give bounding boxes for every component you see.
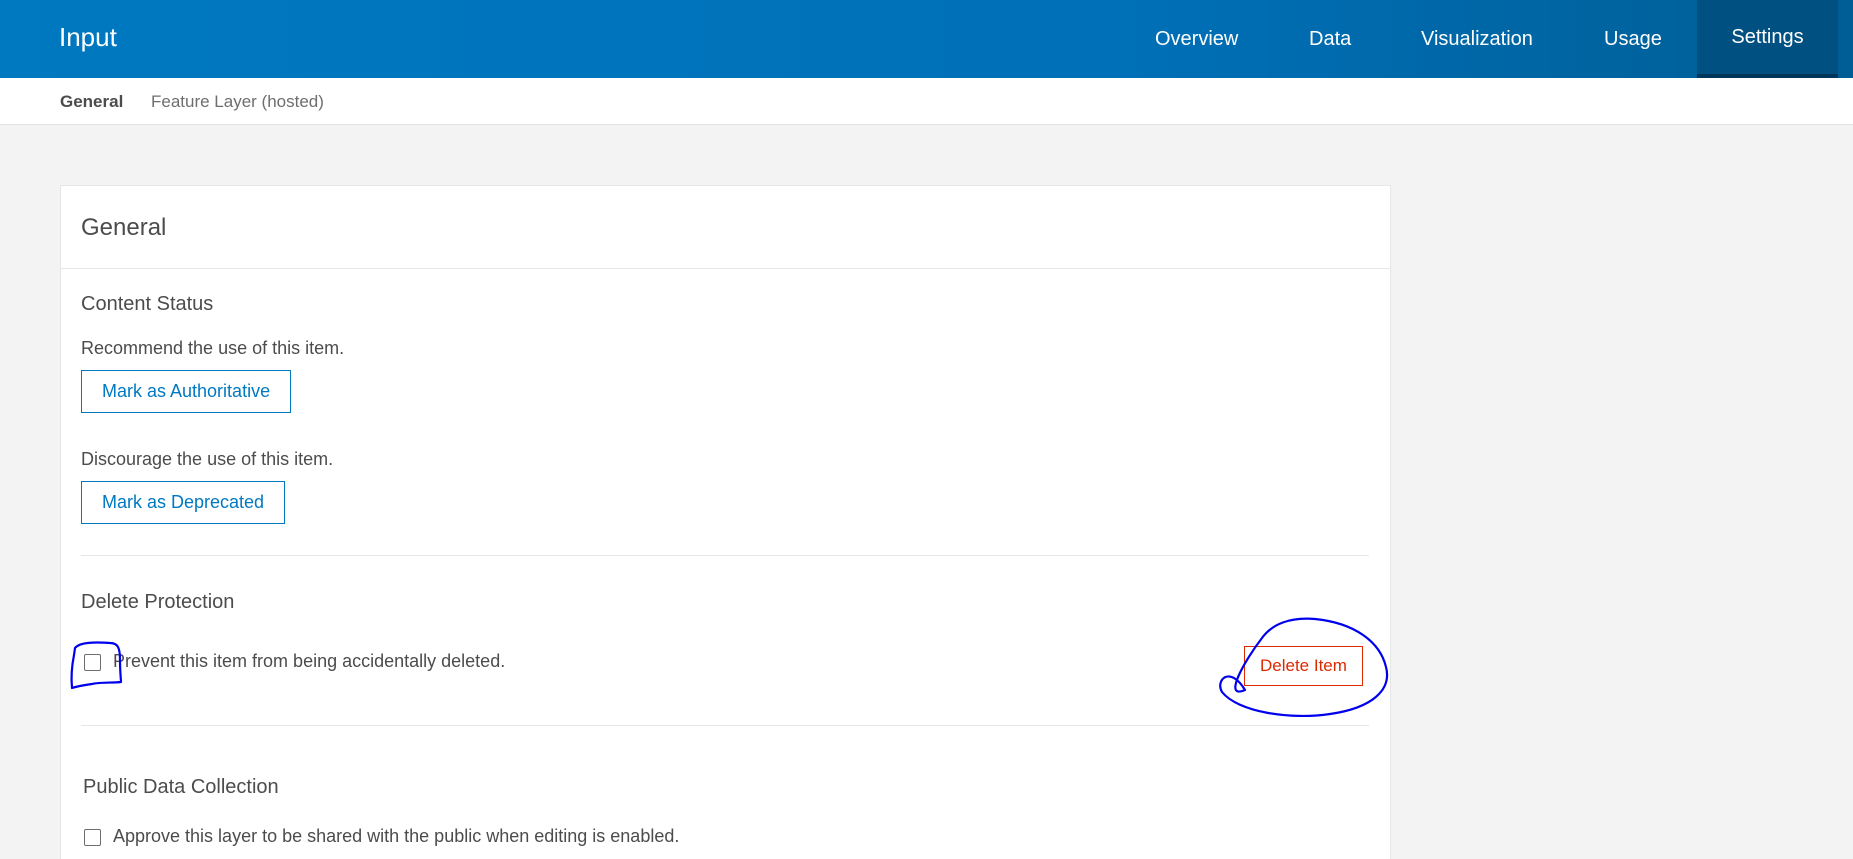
tab-overview-label: Overview <box>1155 27 1239 50</box>
discourage-text: Discourage the use of this item. <box>81 449 334 469</box>
tab-usage[interactable]: Usage <box>1604 0 1668 78</box>
public-data-collection-checkbox[interactable] <box>84 829 101 846</box>
tab-data[interactable]: Data <box>1309 0 1359 78</box>
card-title-divider <box>61 268 1390 269</box>
subnav-feature-layer[interactable]: Feature Layer (hosted) <box>151 92 324 112</box>
tab-settings-label: Settings <box>1731 25 1804 48</box>
tab-usage-label: Usage <box>1604 27 1662 50</box>
tab-visualization[interactable]: Visualization <box>1421 0 1571 78</box>
delete-protection-label: Prevent this item from being accidentall… <box>113 651 506 671</box>
tab-visualization-label: Visualization <box>1421 27 1533 50</box>
general-settings-card: General Content Status Recommend the use… <box>60 185 1391 859</box>
delete-protection-title: Delete Protection <box>81 591 235 613</box>
card-title: General <box>81 214 167 241</box>
mark-authoritative-button[interactable]: Mark as Authoritative <box>81 370 292 413</box>
item-title: Input <box>59 22 117 52</box>
section-divider <box>81 725 1369 726</box>
content-status-title: Content Status <box>81 293 214 315</box>
tab-data-label: Data <box>1309 27 1352 50</box>
tab-overview[interactable]: Overview <box>1155 0 1241 78</box>
public-data-collection-title: Public Data Collection <box>83 776 279 798</box>
settings-subnav: General Feature Layer (hosted) <box>0 78 1853 125</box>
public-data-collection-label: Approve this layer to be shared with the… <box>113 826 680 846</box>
section-divider <box>81 555 1369 556</box>
app-header: Input Overview Data Visualization Usage … <box>0 0 1853 78</box>
mark-deprecated-button[interactable]: Mark as Deprecated <box>81 481 286 524</box>
subnav-general[interactable]: General <box>60 92 123 112</box>
tab-settings[interactable]: Settings <box>1697 0 1838 78</box>
delete-item-button[interactable]: Delete Item <box>1244 646 1363 686</box>
delete-protection-checkbox[interactable] <box>84 654 101 671</box>
recommend-text: Recommend the use of this item. <box>81 338 345 358</box>
